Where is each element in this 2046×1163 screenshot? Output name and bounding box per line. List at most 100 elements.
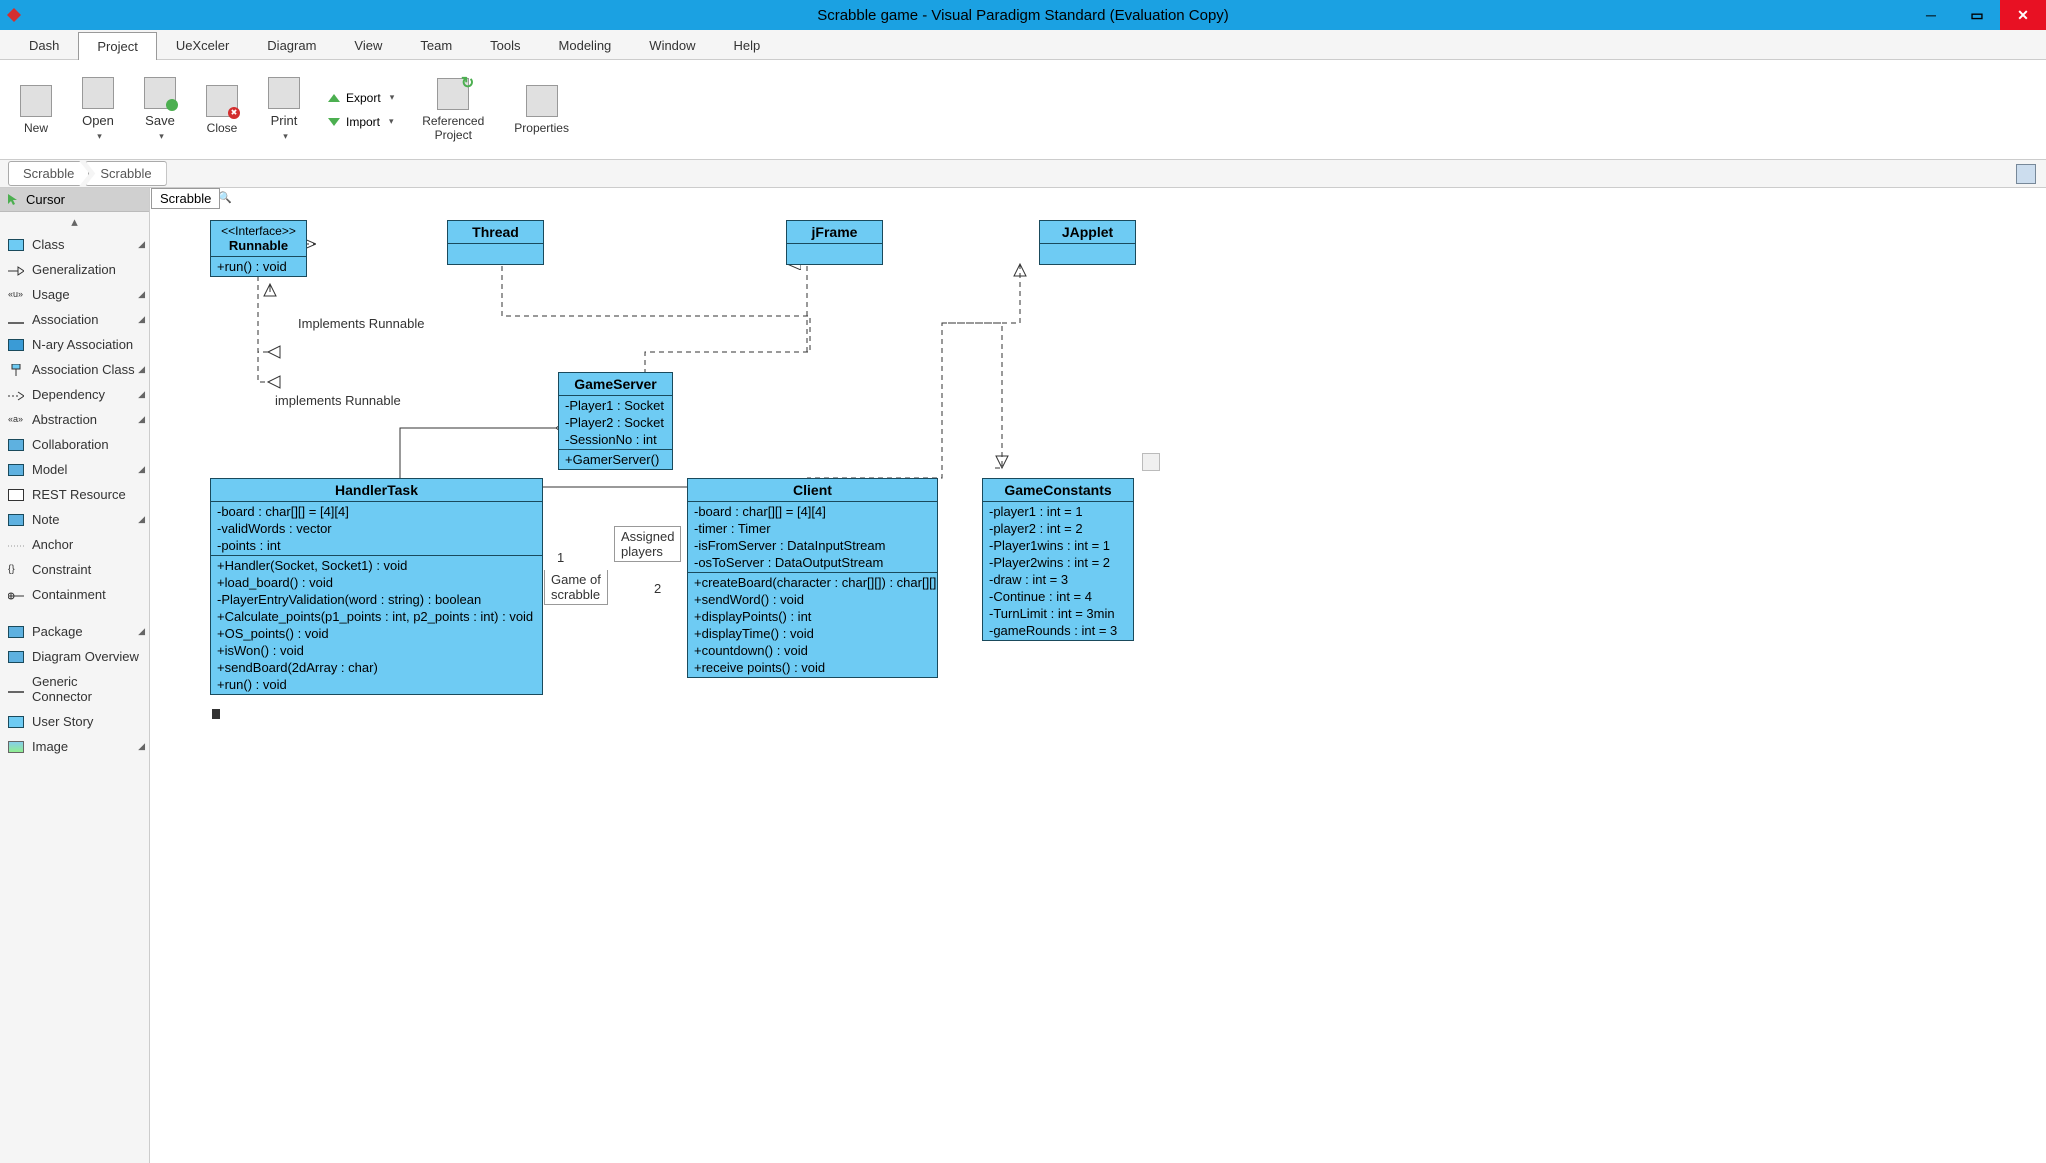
menu-help[interactable]: Help [715,31,780,59]
uml-member: -timer : Timer [688,520,937,537]
export-button[interactable]: Export ▾ [320,89,402,107]
menubar: DashProjectUeXcelerDiagramViewTeamToolsM… [0,30,2046,60]
tool-usage[interactable]: «u»Usage◢ [0,282,149,307]
uml-class-handlertask[interactable]: HandlerTask -board : char[][] = [4][4]-v… [210,478,543,695]
tool-generalization[interactable]: Generalization [0,257,149,282]
chevron-down-icon: ▾ [97,131,102,141]
diagram-tab[interactable]: Scrabble [151,188,220,209]
tool-package[interactable]: Package◢ [0,619,149,644]
tool-model[interactable]: Model◢ [0,457,149,482]
close-button[interactable]: ✕ [2000,0,2046,30]
uml-member: -player2 : int = 2 [983,520,1133,537]
model-icon [8,464,24,476]
print-button[interactable]: Print▾ [258,72,310,147]
assoc-name-note[interactable]: Assigned players [614,526,681,562]
export-icon [328,94,340,102]
uml-member: +sendWord() : void [688,591,937,608]
breadcrumb-item[interactable]: Scrabble [8,161,89,186]
uml-member: -Player1wins : int = 1 [983,537,1133,554]
open-icon [82,77,114,109]
chevron-down-icon: ▾ [390,92,395,103]
menu-modeling[interactable]: Modeling [540,31,631,59]
tool-image[interactable]: Image◢ [0,734,149,759]
uml-member: -Player2 : Socket [559,414,672,431]
tool-dependency[interactable]: Dependency◢ [0,382,149,407]
minimize-button[interactable]: ─ [1908,0,1954,30]
uml-class-jframe[interactable]: jFrame [786,220,883,265]
close-project-button[interactable]: Close [196,80,248,140]
menu-dash[interactable]: Dash [10,31,78,59]
window-controls: ─ ▭ ✕ [1908,0,2046,30]
expand-icon: ◢ [138,389,145,400]
tool-association-class[interactable]: Association Class◢ [0,357,149,382]
expand-icon: ◢ [138,314,145,325]
uml-class-client[interactable]: Client -board : char[][] = [4][4]-timer … [687,478,938,678]
breadcrumb: Scrabble Scrabble [0,160,2046,188]
tool-rest-resource[interactable]: REST Resource [0,482,149,507]
tool-n-ary-association[interactable]: N-ary Association [0,332,149,357]
menu-project[interactable]: Project [78,32,156,60]
save-button[interactable]: Save▾ [134,72,186,147]
menu-window[interactable]: Window [630,31,714,59]
uml-member: -Player1 : Socket [559,397,672,414]
menu-team[interactable]: Team [401,31,471,59]
import-icon [328,118,340,126]
tool-abstraction[interactable]: «a»Abstraction◢ [0,407,149,432]
uml-member: -isFromServer : DataInputStream [688,537,937,554]
element-handle[interactable] [1142,453,1160,471]
menu-diagram[interactable]: Diagram [248,31,335,59]
toolbox: Cursor ▴ Class◢Generalization«u»Usage◢As… [0,188,150,1163]
new-icon [20,85,52,117]
referenced-project-button[interactable]: Referenced Project [412,73,494,147]
generic-connector-icon [8,691,24,693]
association-icon [8,322,24,324]
tool-containment[interactable]: Containment [0,582,149,607]
tool-class[interactable]: Class◢ [0,232,149,257]
cursor-tool[interactable]: Cursor [0,188,149,212]
uml-class-runnable[interactable]: <<Interface>> Runnable +run() : void [210,220,307,277]
tool-anchor[interactable]: Anchor [0,532,149,557]
workspace: Cursor ▴ Class◢Generalization«u»Usage◢As… [0,188,2046,1163]
collapse-handle[interactable]: ▴ [0,212,149,232]
assoc-name-note[interactable]: Game of scrabble [544,570,608,605]
uml-class-gameserver[interactable]: GameServer -Player1 : Socket-Player2 : S… [558,372,673,470]
uml-member: +receive points() : void [688,659,937,676]
uml-member: -board : char[][] = [4][4] [211,503,542,520]
breadcrumb-item[interactable]: Scrabble [85,161,166,186]
tool-association[interactable]: Association◢ [0,307,149,332]
multiplicity-label: 2 [654,581,661,596]
expand-icon: ◢ [138,414,145,425]
uml-member: -Player2wins : int = 2 [983,554,1133,571]
diagram-canvas[interactable]: Scrabble 🔍 <<Interf [150,188,2046,1163]
n-ary-association-icon [8,339,24,351]
maximize-button[interactable]: ▭ [1954,0,2000,30]
chevron-down-icon: ▾ [159,131,164,141]
menu-view[interactable]: View [335,31,401,59]
uml-member: +OS_points() : void [211,625,542,642]
uml-member: -player1 : int = 1 [983,503,1133,520]
anchor-icon [8,539,24,551]
image-icon [8,741,24,753]
open-button[interactable]: Open▾ [72,72,124,147]
tool-generic-connector[interactable]: Generic Connector [0,669,149,709]
properties-button[interactable]: Properties [504,80,579,140]
uml-class-japplet[interactable]: JApplet [1039,220,1136,265]
realization-label: Implements Runnable [298,316,424,331]
uml-class-thread[interactable]: Thread [447,220,544,265]
abstraction-icon: «a» [8,414,24,426]
tool-user-story[interactable]: User Story [0,709,149,734]
tool-note[interactable]: Note◢ [0,507,149,532]
new-button[interactable]: New [10,80,62,140]
generalization-icon [8,264,24,276]
uml-class-gameconstants[interactable]: GameConstants -player1 : int = 1-player2… [982,478,1134,641]
tool-constraint[interactable]: {}Constraint [0,557,149,582]
chevron-down-icon: ▾ [389,116,394,127]
tool-collaboration[interactable]: Collaboration [0,432,149,457]
import-button[interactable]: Import ▾ [320,113,402,131]
menu-tools[interactable]: Tools [471,31,539,59]
chevron-down-icon: ▾ [283,131,288,141]
uml-member: -PlayerEntryValidation(word : string) : … [211,591,542,608]
breadcrumb-action-icon[interactable] [2016,164,2036,184]
menu-uexceler[interactable]: UeXceler [157,31,248,59]
tool-diagram-overview[interactable]: Diagram Overview [0,644,149,669]
